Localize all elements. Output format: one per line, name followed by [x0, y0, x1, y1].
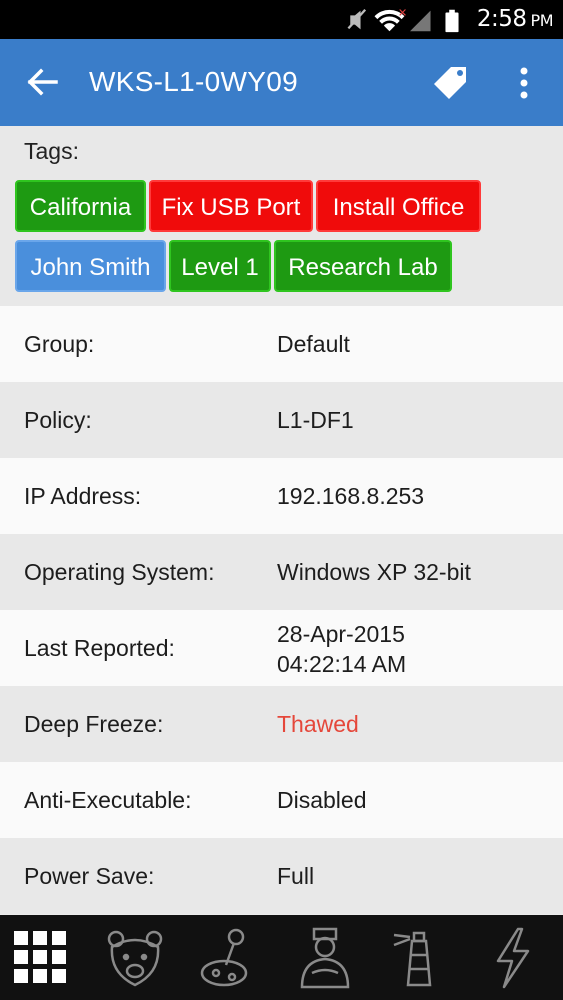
tag-chip-john-smith[interactable]: John Smith — [15, 240, 166, 292]
app-bar: WKS-L1-0WY09 — [0, 39, 563, 126]
joystick-icon[interactable] — [196, 923, 266, 993]
bottom-nav — [0, 915, 563, 1000]
tag-chip-fix-usb-port[interactable]: Fix USB Port — [149, 180, 313, 232]
tags-section: Tags: California Fix USB Port Install Of… — [0, 126, 563, 306]
detail-value: Full — [277, 863, 315, 889]
tag-chip-level-1[interactable]: Level 1 — [169, 240, 271, 292]
grid-icon[interactable] — [8, 923, 78, 993]
detail-value: 192.168.8.253 — [277, 483, 425, 509]
detail-label: IP Address: — [24, 483, 142, 509]
svg-text:✕: ✕ — [398, 6, 407, 19]
clock: 2:58 PM — [476, 6, 554, 32]
clock-time: 2:58 — [476, 6, 527, 32]
detail-value: L1-DF1 — [277, 407, 354, 433]
detail-row-last-reported: Last Reported: 28-Apr-2015 04:22:14 AM — [0, 610, 563, 686]
details-list: Group: Default Policy: L1-DF1 IP Address… — [0, 306, 563, 914]
tag-icon[interactable] — [431, 63, 471, 103]
detail-row-deep-freeze: Deep Freeze: Thawed — [0, 686, 563, 762]
page-title: WKS-L1-0WY09 — [89, 66, 298, 97]
detail-row-operating-system: Operating System: Windows XP 32-bit — [0, 534, 563, 610]
detail-value: Disabled — [277, 787, 367, 813]
last-reported-date: 28-Apr-2015 — [277, 621, 405, 647]
bear-icon[interactable] — [100, 923, 170, 993]
lightning-icon[interactable] — [478, 923, 548, 993]
butler-icon[interactable] — [290, 923, 360, 993]
detail-label: Last Reported: — [24, 635, 175, 661]
clock-ampm: PM — [530, 11, 554, 30]
detail-value: Windows XP 32-bit — [277, 559, 471, 585]
mute-icon — [347, 8, 367, 30]
tag-chip-research-lab[interactable]: Research Lab — [274, 240, 452, 292]
detail-row-policy: Policy: L1-DF1 — [0, 382, 563, 458]
detail-label: Policy: — [24, 407, 92, 433]
detail-row-ip-address: IP Address: 192.168.8.253 — [0, 458, 563, 534]
back-arrow-icon[interactable] — [26, 65, 60, 99]
detail-label: Power Save: — [24, 863, 155, 889]
tag-chip-install-office[interactable]: Install Office — [316, 180, 481, 232]
deep-freeze-status: Thawed — [277, 711, 359, 737]
detail-value: 28-Apr-2015 04:22:14 AM — [277, 619, 406, 679]
more-vertical-icon[interactable] — [512, 65, 536, 101]
battery-icon — [445, 9, 459, 33]
signal-icon — [410, 10, 431, 32]
detail-row-group: Group: Default — [0, 306, 563, 382]
detail-label: Group: — [24, 331, 95, 357]
status-icons: ✕ — [347, 6, 459, 33]
tags-label: Tags: — [24, 138, 79, 164]
tag-chip-california[interactable]: California — [15, 180, 146, 232]
detail-row-anti-executable: Anti-Executable: Disabled — [0, 762, 563, 838]
wifi-icon: ✕ — [374, 6, 407, 32]
detail-row-power-save: Power Save: Full — [0, 838, 563, 914]
detail-label: Anti-Executable: — [24, 787, 192, 813]
status-bar: ✕ 2:58 PM — [0, 0, 563, 39]
last-reported-time: 04:22:14 AM — [277, 651, 407, 677]
detail-value: Default — [277, 331, 350, 357]
lighthouse-icon[interactable] — [384, 923, 454, 993]
detail-label: Operating System: — [24, 559, 215, 585]
detail-label: Deep Freeze: — [24, 711, 164, 737]
